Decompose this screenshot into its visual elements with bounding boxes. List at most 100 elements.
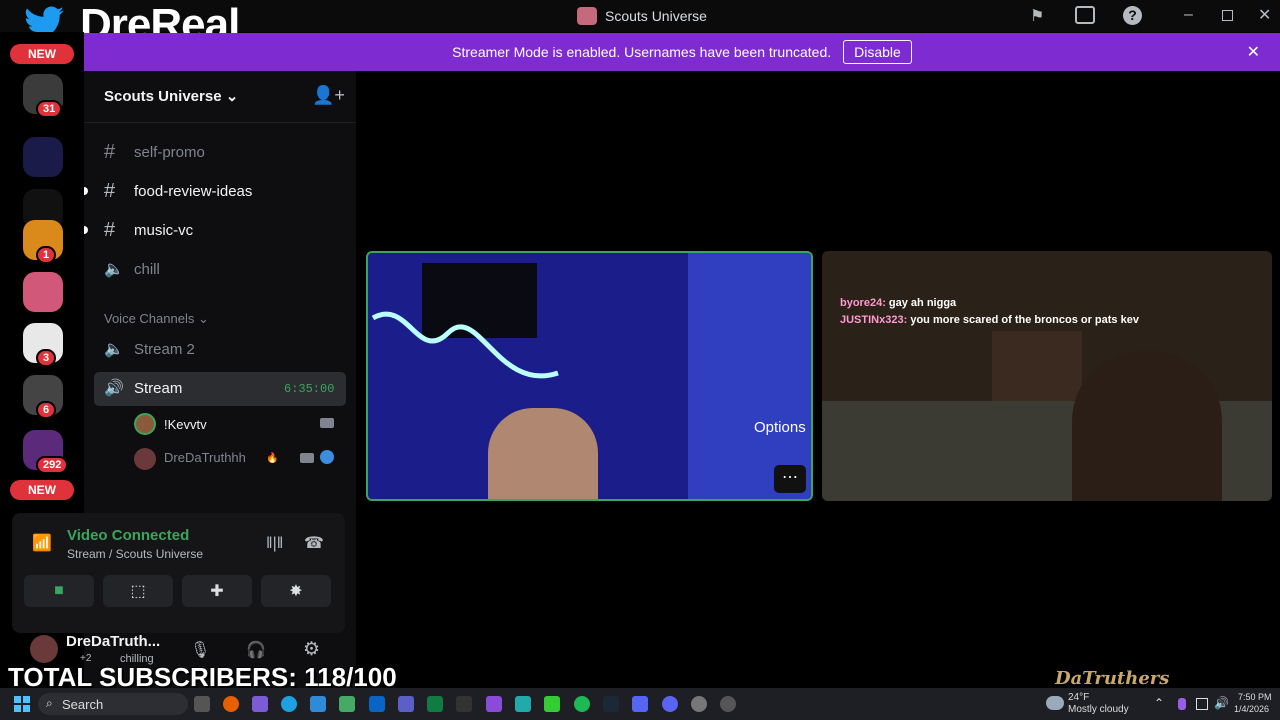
voice-connection-panel: 📶 Video Connected Stream / Scouts Univer… — [12, 513, 345, 633]
clock-time[interactable]: 7:50 PM — [1238, 692, 1272, 702]
weather-desc[interactable]: Mostly cloudy — [1068, 704, 1129, 715]
channel-label: Stream — [134, 380, 183, 397]
voice-user-name[interactable]: !Kevvtv — [164, 417, 207, 432]
person-image — [488, 408, 598, 499]
settings-icon[interactable] — [691, 696, 707, 712]
hash-icon: # — [104, 140, 116, 163]
settings-icon[interactable]: ⚙ — [303, 638, 320, 661]
voice-channels-header[interactable]: Voice Channels ⌄ — [104, 311, 209, 327]
flag-icon[interactable]: ⚑ — [1030, 6, 1044, 26]
volume-icon[interactable]: 🔊 — [1214, 696, 1229, 710]
new-badge-bottom[interactable]: NEW — [10, 480, 74, 500]
headphones-icon[interactable]: 🎧 — [246, 640, 266, 660]
edge-icon[interactable] — [281, 696, 297, 712]
microphone-icon[interactable]: 🎙 — [190, 640, 210, 660]
window-title: Scouts Universe — [605, 8, 707, 24]
noise-suppression-icon[interactable]: ‖|‖ — [266, 535, 283, 553]
server-n-icon[interactable] — [23, 137, 63, 177]
voice-user-name[interactable]: DreDaTruthhh — [164, 450, 246, 465]
hash-icon: # — [104, 218, 116, 241]
terminal-icon[interactable] — [456, 696, 472, 712]
close-button[interactable]: ✕ — [1258, 5, 1271, 25]
teams-icon[interactable] — [398, 696, 414, 712]
inbox-icon[interactable] — [1075, 6, 1095, 24]
help-icon[interactable]: ? — [1123, 6, 1142, 25]
server-icon — [577, 7, 597, 25]
username[interactable]: DreDaTruth... — [66, 633, 160, 650]
disable-button[interactable]: Disable — [843, 40, 912, 64]
speaker-icon: 🔈 — [104, 341, 124, 358]
task-view-icon[interactable] — [194, 696, 210, 712]
channel-food-review-ideas[interactable]: # food-review-ideas — [104, 176, 252, 206]
search-box[interactable]: ⌕ Search — [38, 693, 188, 715]
voice-channel-stream[interactable]: 🔊 Stream 6:35:00 — [94, 372, 346, 406]
channel-label: self-promo — [134, 143, 205, 161]
voice-location[interactable]: Stream / Scouts Universe — [67, 547, 203, 561]
mention-badge: 31 — [36, 100, 63, 118]
discord-icon[interactable] — [632, 696, 648, 712]
taskbar: ⌕ Search 24°F Mostly cloudy ⌃ 🔊 7:50 PM … — [0, 688, 1280, 720]
voice-status[interactable]: Video Connected — [67, 527, 189, 544]
disconnect-icon[interactable]: ☎ — [304, 533, 324, 553]
screen-share-button[interactable]: ⬚ — [103, 575, 173, 607]
unread-indicator — [84, 187, 88, 195]
streamer-mode-banner: Streamer Mode is enabled. Usernames have… — [84, 33, 1280, 71]
excel-icon[interactable] — [427, 696, 443, 712]
activity-icon — [320, 450, 334, 464]
minimize-button[interactable]: – — [1184, 6, 1193, 24]
store-icon[interactable] — [339, 696, 355, 712]
app-icon[interactable] — [515, 696, 531, 712]
unread-indicator — [84, 226, 88, 234]
mention-badge: 6 — [36, 401, 57, 419]
soundboard-icon: ✸ — [289, 583, 303, 600]
weather-temp[interactable]: 24°F — [1068, 692, 1089, 703]
avatar[interactable] — [134, 413, 156, 435]
channel-chill[interactable]: 🔈 chill — [104, 254, 160, 284]
chevron-down-icon: ⌄ — [197, 311, 209, 326]
mention-badge: 3 — [36, 349, 57, 367]
channel-label: music-vc — [134, 221, 194, 239]
outlook-icon[interactable] — [369, 696, 385, 712]
obs-icon[interactable] — [720, 696, 736, 712]
clock-date[interactable]: 1/4/2026 — [1234, 704, 1269, 714]
app-icon[interactable] — [486, 696, 502, 712]
neon-light — [371, 311, 559, 379]
activities-button[interactable]: ✚ — [182, 575, 252, 607]
maximize-button[interactable] — [1222, 10, 1233, 21]
network-icon[interactable] — [1196, 698, 1208, 710]
mention-badge: 292 — [36, 456, 69, 474]
voice-channel-stream-2[interactable]: 🔈 Stream 2 — [104, 334, 195, 364]
chevron-up-icon[interactable]: ⌃ — [1154, 696, 1164, 710]
video-button[interactable]: ■ — [24, 575, 94, 607]
video-tile-remote[interactable]: byore24: gay ah nigga JUSTINx323: you mo… — [822, 251, 1272, 501]
windows-start-icon[interactable] — [14, 696, 30, 712]
options-button[interactable]: ⋯ — [774, 465, 806, 493]
steam-icon[interactable] — [603, 696, 619, 712]
spotify-icon[interactable] — [574, 696, 590, 712]
soundboard-button[interactable]: ✸ — [261, 575, 331, 607]
discord-icon[interactable] — [662, 696, 678, 712]
nvidia-icon[interactable] — [544, 696, 560, 712]
chevron-down-icon: ⌄ — [225, 88, 239, 105]
server-pink-icon[interactable] — [23, 272, 63, 312]
server-name[interactable]: Scouts Universe ⌄ — [104, 87, 238, 105]
close-icon[interactable]: ✕ — [1247, 42, 1260, 62]
new-badge-top[interactable]: NEW — [10, 44, 74, 64]
copilot-icon[interactable] — [252, 696, 268, 712]
search-icon: ⌕ — [46, 696, 53, 710]
invite-icon[interactable]: 👤+ — [312, 85, 345, 106]
firefox-icon[interactable] — [223, 696, 239, 712]
avatar[interactable] — [30, 635, 58, 663]
tray-icon[interactable] — [1178, 698, 1186, 710]
chat-line: JUSTINx323: you more scared of the bronc… — [840, 314, 1139, 326]
channel-self-promo[interactable]: # self-promo — [104, 137, 205, 167]
channel-music-vc[interactable]: # music-vc — [104, 215, 193, 245]
avatar[interactable] — [134, 448, 156, 470]
video-tile-self[interactable]: Options ⋯ — [366, 251, 813, 501]
chat-line: byore24: gay ah nigga — [840, 297, 957, 309]
watermark-logo: DaTruthers — [1055, 668, 1170, 689]
chrome-icon[interactable] — [310, 696, 326, 712]
channel-label: Stream 2 — [134, 340, 195, 358]
channel-label: chill — [134, 260, 160, 278]
signal-icon[interactable]: 📶 — [32, 533, 52, 553]
